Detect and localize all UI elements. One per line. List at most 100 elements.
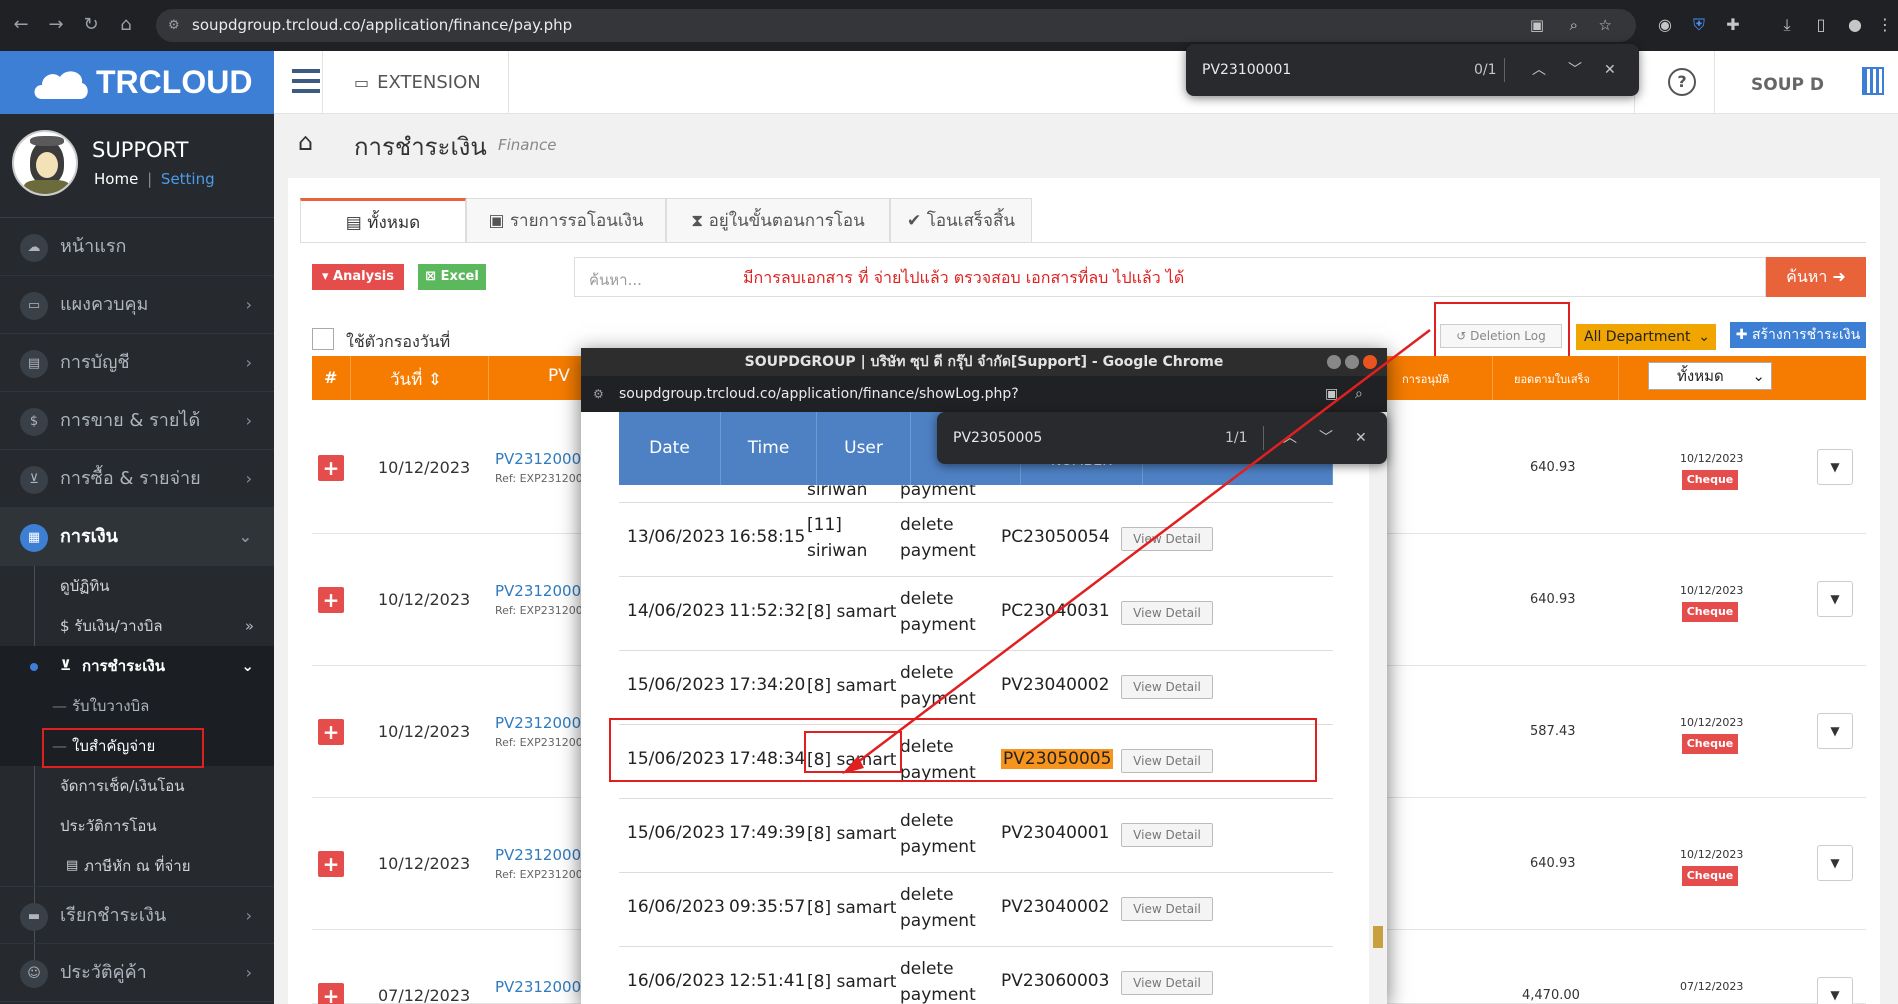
- department-select[interactable]: All Department ⌄: [1576, 324, 1716, 350]
- setting-link[interactable]: Setting: [161, 170, 215, 188]
- expand-row-button[interactable]: +: [318, 983, 344, 1004]
- row-pv-link[interactable]: PV23120001: [495, 846, 591, 864]
- row-action-dropdown[interactable]: ▼: [1817, 845, 1853, 881]
- scrollbar-thumb[interactable]: [1373, 926, 1383, 948]
- close-icon[interactable]: [1363, 355, 1377, 369]
- sidebar-sub-withholding-tax[interactable]: ▤ ภาษีหัก ณ ที่จ่าย: [0, 846, 274, 886]
- sidebar-item-billing[interactable]: ▬ เรียกชำระเงิน ›: [0, 886, 274, 944]
- zoom-icon[interactable]: ⌕: [1355, 376, 1363, 412]
- bookmark-star-icon[interactable]: ☆: [1599, 9, 1612, 42]
- view-detail-button[interactable]: View Detail: [1121, 675, 1213, 699]
- page-find-icon[interactable]: ▣: [1325, 376, 1338, 412]
- sidebar-item-home[interactable]: ☁ หน้าแรก: [0, 218, 274, 276]
- tab-in-progress[interactable]: ⧗ อยู่ในขั้นตอนการโอน: [666, 198, 890, 242]
- home-icon[interactable]: ⌂: [115, 14, 137, 36]
- find-input[interactable]: PV23100001: [1202, 44, 1291, 96]
- popup-address-bar[interactable]: ⚙ soupdgroup.trcloud.co/application/fina…: [581, 376, 1387, 438]
- view-detail-button[interactable]: View Detail: [1121, 971, 1213, 995]
- sidebar-sub-billing[interactable]: — รับใบวางบิล: [0, 686, 274, 726]
- view-detail-button[interactable]: View Detail: [1121, 601, 1213, 625]
- row-pv-link[interactable]: PV23120005: [495, 978, 591, 996]
- home-breadcrumb-icon[interactable]: ⌂: [298, 128, 313, 156]
- extension-chat-icon[interactable]: ◉: [1654, 14, 1676, 36]
- page-find-icon[interactable]: ▣: [1530, 9, 1544, 42]
- reload-icon[interactable]: ↻: [80, 14, 102, 36]
- row-action-dropdown[interactable]: ▼: [1817, 977, 1853, 1004]
- sidebar-item-purchase[interactable]: ⊻ การซื้อ & รายจ่าย ›: [0, 450, 274, 508]
- search-input[interactable]: ค้นหา... มีการลบเอกสาร ที่ จ่ายไปแล้ว ตร…: [574, 257, 1766, 297]
- avatar[interactable]: [12, 130, 78, 196]
- expand-row-button[interactable]: +: [318, 455, 344, 481]
- col-date[interactable]: วันที่ ⇕: [390, 366, 442, 393]
- tab-all[interactable]: ▤ ทั้งหมด: [300, 198, 466, 242]
- sidebar-item-accounting[interactable]: ▤ การบัญชี ›: [0, 334, 274, 392]
- tab-waiting-transfer[interactable]: ▣ รายการรอโอนเงิน: [466, 198, 666, 242]
- back-icon[interactable]: ←: [10, 14, 32, 36]
- row-pv-link[interactable]: PV23120002: [495, 714, 591, 732]
- sidebar-item-contacts[interactable]: ☺ ประวัติคู่ค้า ›: [0, 944, 274, 1002]
- sidebar-sub-receive[interactable]: $ รับเงิน/วางบิล »: [0, 606, 274, 646]
- col-log-date: Date: [619, 412, 721, 485]
- row-pv-link[interactable]: PV23120004: [495, 450, 591, 468]
- extension-menu[interactable]: ▭ EXTENSION: [354, 51, 481, 114]
- row-action-dropdown[interactable]: ▼: [1817, 713, 1853, 749]
- app-logo[interactable]: TRCLOUD: [0, 51, 274, 114]
- popup-find-input[interactable]: PV23050005: [953, 412, 1042, 464]
- sidebar-sub-calendar[interactable]: ดูบัฏิทิน: [0, 566, 274, 606]
- sidepanel-icon[interactable]: ▯: [1810, 14, 1832, 36]
- extensions-puzzle-icon[interactable]: ✚: [1722, 14, 1744, 36]
- address-bar[interactable]: ⚙ soupdgroup.trcloud.co/application/fina…: [156, 9, 1636, 42]
- zoom-icon[interactable]: ⌕: [1570, 9, 1578, 42]
- sidebar-sub-cheque[interactable]: จัดการเช็ค/เงินโอน: [0, 766, 274, 806]
- create-payment-button[interactable]: ✚ สร้างการชำระเงิน: [1730, 322, 1866, 348]
- maximize-icon[interactable]: [1345, 355, 1359, 369]
- popup-scrollbar[interactable]: [1369, 412, 1387, 1004]
- status-badge: Cheque: [1682, 470, 1738, 490]
- view-detail-button[interactable]: View Detail: [1121, 823, 1213, 847]
- sidebar-sub-payment[interactable]: ⊻ การชำระเงิน ⌄: [0, 646, 274, 686]
- menu-dots-icon[interactable]: ⋮: [1874, 14, 1896, 36]
- date-filter-checkbox[interactable]: [312, 328, 334, 350]
- forward-icon[interactable]: →: [45, 14, 67, 36]
- download-icon[interactable]: ⤓: [1776, 14, 1798, 36]
- sidebar-item-dashboard[interactable]: ▭ แผงควบคุม ›: [0, 276, 274, 334]
- tab-completed[interactable]: ✔ โอนเสร็จสิ้น: [890, 198, 1032, 242]
- extension-shield-icon[interactable]: ⛨: [1688, 14, 1710, 36]
- expand-row-button[interactable]: +: [318, 719, 344, 745]
- site-info-icon[interactable]: ⚙: [168, 9, 180, 42]
- log-number: PV23060003: [1001, 971, 1110, 991]
- sidebar-sub-transfer-history[interactable]: ประวัติการโอน: [0, 806, 274, 846]
- find-next-icon[interactable]: ﹀: [1568, 44, 1582, 96]
- help-icon[interactable]: ?: [1668, 68, 1696, 96]
- status-filter-select[interactable]: ทั้งหมด ⌄: [1648, 362, 1772, 390]
- search-button[interactable]: ค้นหา ➜: [1766, 257, 1866, 297]
- analysis-button[interactable]: ▾ Analysis: [312, 264, 404, 290]
- hamburger-menu-icon[interactable]: [292, 69, 320, 93]
- view-detail-button[interactable]: View Detail: [1121, 527, 1213, 551]
- excel-button[interactable]: ⊠ Excel: [418, 264, 486, 290]
- sidebar-item-finance[interactable]: ▦ การเงิน ⌄: [0, 508, 274, 566]
- find-close-icon[interactable]: ✕: [1355, 412, 1367, 464]
- building-icon[interactable]: [1862, 67, 1884, 95]
- expand-row-button[interactable]: +: [318, 851, 344, 877]
- log-action: delete payment: [900, 885, 976, 931]
- col-log-time: Time: [721, 412, 817, 485]
- sidebar-item-sales[interactable]: $ การขาย & รายได้ ›: [0, 392, 274, 450]
- row-pv-link[interactable]: PV23120003: [495, 582, 591, 600]
- minimize-icon[interactable]: [1327, 355, 1341, 369]
- company-name[interactable]: SOUP D GROUP: [1714, 51, 1824, 163]
- find-prev-icon[interactable]: ︿: [1532, 44, 1546, 96]
- find-close-icon[interactable]: ✕: [1604, 44, 1616, 96]
- home-link[interactable]: Home: [94, 170, 138, 188]
- profile-avatar-icon[interactable]: ●: [1844, 14, 1866, 36]
- hourglass-icon: ⧗: [691, 211, 709, 231]
- monitor-icon: ▭: [354, 73, 370, 92]
- view-detail-button[interactable]: View Detail: [1121, 897, 1213, 921]
- find-prev-icon[interactable]: ︿: [1283, 412, 1297, 464]
- row-amount: 587.43: [1530, 724, 1576, 739]
- site-info-icon[interactable]: ⚙: [593, 376, 604, 412]
- row-action-dropdown[interactable]: ▼: [1817, 581, 1853, 617]
- row-action-dropdown[interactable]: ▼: [1817, 449, 1853, 485]
- expand-row-button[interactable]: +: [318, 587, 344, 613]
- find-next-icon[interactable]: ﹀: [1319, 412, 1333, 464]
